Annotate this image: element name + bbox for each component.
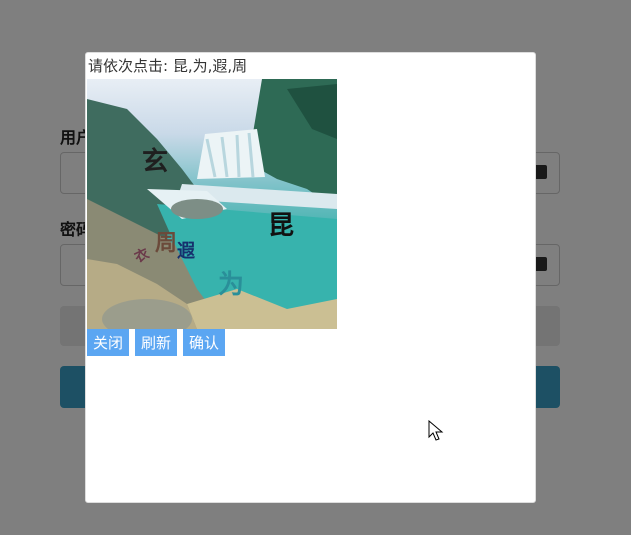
captcha-image[interactable]: 玄 昆 周 遐 为 衣 [87, 79, 337, 329]
captcha-char[interactable]: 为 [218, 272, 244, 298]
mouse-pointer-icon [428, 420, 444, 441]
captcha-char[interactable]: 昆 [268, 213, 294, 239]
captcha-modal: 请依次点击: 昆,为,遐,周 玄 昆 周 遐 为 衣 关闭 刷新 确认 [85, 52, 536, 503]
captcha-char[interactable]: 玄 [142, 149, 168, 175]
captcha-buttons: 关闭 刷新 确认 [87, 329, 226, 356]
captcha-prompt: 请依次点击: 昆,为,遐,周 [88, 57, 248, 75]
confirm-button[interactable]: 确认 [183, 329, 226, 356]
close-button[interactable]: 关闭 [87, 329, 130, 356]
captcha-char[interactable]: 遐 [177, 243, 195, 261]
captcha-char[interactable]: 周 [155, 232, 177, 254]
refresh-button[interactable]: 刷新 [135, 329, 178, 356]
waterfall-scene [87, 79, 337, 329]
